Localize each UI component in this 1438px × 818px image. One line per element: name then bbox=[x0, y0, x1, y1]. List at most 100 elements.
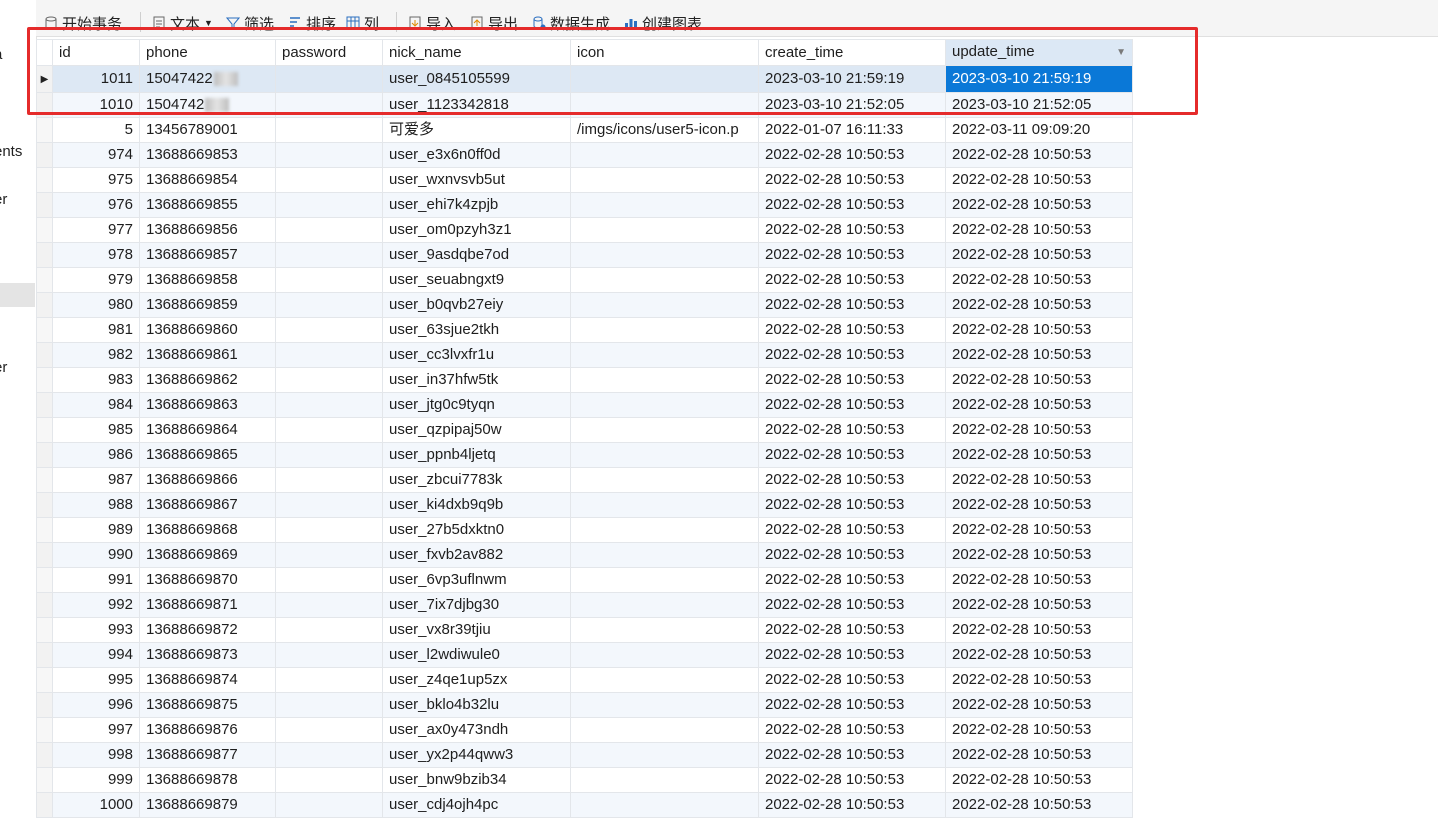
column-header-icon[interactable]: icon bbox=[570, 39, 759, 66]
sidebar-selected-item[interactable] bbox=[0, 283, 35, 307]
table-cell-update-time[interactable]: 2022-02-28 10:50:53 bbox=[945, 542, 1133, 568]
table-cell-update-time[interactable]: 2022-02-28 10:50:53 bbox=[945, 467, 1133, 493]
table-cell-id[interactable]: 983 bbox=[52, 367, 140, 393]
table-cell-icon[interactable] bbox=[570, 692, 759, 718]
table-row[interactable]: 998 13688669877 user_yx2p44qww3 2022-02-28 … bbox=[36, 742, 1133, 768]
table-cell-create-time[interactable]: 2022-02-28 10:50:53 bbox=[758, 492, 946, 518]
table-cell-icon[interactable] bbox=[570, 217, 759, 243]
table-cell-password[interactable] bbox=[275, 667, 383, 693]
table-cell-password[interactable] bbox=[275, 267, 383, 293]
table-cell-update-time[interactable]: 2022-02-28 10:50:53 bbox=[945, 442, 1133, 468]
table-cell-id[interactable]: 992 bbox=[52, 592, 140, 618]
table-cell-icon[interactable] bbox=[570, 492, 759, 518]
table-row[interactable]: ▶ 1011 15047422 user_0845105599 2023-03-10 2… bbox=[36, 65, 1133, 93]
table-cell-password[interactable] bbox=[275, 292, 383, 318]
table-cell-icon[interactable] bbox=[570, 617, 759, 643]
table-cell-id[interactable]: 979 bbox=[52, 267, 140, 293]
row-indicator[interactable] bbox=[36, 267, 53, 293]
table-cell-update-time[interactable]: 2022-02-28 10:50:53 bbox=[945, 517, 1133, 543]
table-row[interactable]: 990 13688669869 user_fxvb2av882 2022-02-28 … bbox=[36, 542, 1133, 568]
table-cell-create-time[interactable]: 2022-02-28 10:50:53 bbox=[758, 292, 946, 318]
row-indicator[interactable] bbox=[36, 742, 53, 768]
table-cell-id[interactable]: 1011 bbox=[52, 65, 140, 93]
table-cell-icon[interactable] bbox=[570, 367, 759, 393]
table-cell-create-time[interactable]: 2022-02-28 10:50:53 bbox=[758, 792, 946, 818]
table-cell-id[interactable]: 989 bbox=[52, 517, 140, 543]
table-cell-password[interactable] bbox=[275, 742, 383, 768]
table-cell-phone[interactable]: 13688669869 bbox=[139, 542, 276, 568]
table-cell-update-time[interactable]: 2022-02-28 10:50:53 bbox=[945, 167, 1133, 193]
table-cell-create-time[interactable]: 2022-02-28 10:50:53 bbox=[758, 442, 946, 468]
table-cell-nick-name[interactable]: user_jtg0c9tyqn bbox=[382, 392, 571, 418]
table-cell-create-time[interactable]: 2022-02-28 10:50:53 bbox=[758, 692, 946, 718]
table-cell-id[interactable]: 987 bbox=[52, 467, 140, 493]
table-cell-nick-name[interactable]: user_ax0y473ndh bbox=[382, 717, 571, 743]
row-indicator[interactable] bbox=[36, 317, 53, 343]
table-cell-nick-name[interactable]: user_ppnb4ljetq bbox=[382, 442, 571, 468]
table-cell-icon[interactable]: /imgs/icons/user5-icon.p bbox=[570, 117, 759, 143]
row-indicator[interactable] bbox=[36, 442, 53, 468]
table-cell-nick-name[interactable]: user_ehi7k4zpjb bbox=[382, 192, 571, 218]
row-indicator[interactable] bbox=[36, 542, 53, 568]
table-cell-phone[interactable]: 13688669874 bbox=[139, 667, 276, 693]
table-cell-password[interactable] bbox=[275, 317, 383, 343]
table-row[interactable]: 991 13688669870 user_6vp3uflnwm 2022-02-28 … bbox=[36, 567, 1133, 593]
table-cell-icon[interactable] bbox=[570, 167, 759, 193]
table-cell-create-time[interactable]: 2022-02-28 10:50:53 bbox=[758, 592, 946, 618]
table-cell-nick-name[interactable]: user_1123342818 bbox=[382, 92, 571, 118]
table-row[interactable]: 981 13688669860 user_63sjue2tkh 2022-02-28 … bbox=[36, 317, 1133, 343]
table-cell-phone[interactable]: 13688669877 bbox=[139, 742, 276, 768]
table-cell-password[interactable] bbox=[275, 567, 383, 593]
table-row[interactable]: 999 13688669878 user_bnw9bzib34 2022-02-28 … bbox=[36, 767, 1133, 793]
table-cell-icon[interactable] bbox=[570, 92, 759, 118]
row-indicator[interactable] bbox=[36, 242, 53, 268]
sort-descending-icon[interactable]: ▼ bbox=[1116, 41, 1126, 65]
table-cell-nick-name[interactable]: user_bnw9bzib34 bbox=[382, 767, 571, 793]
table-cell-create-time[interactable]: 2022-02-28 10:50:53 bbox=[758, 192, 946, 218]
table-cell-update-time[interactable]: 2022-02-28 10:50:53 bbox=[945, 767, 1133, 793]
table-cell-create-time[interactable]: 2022-02-28 10:50:53 bbox=[758, 417, 946, 443]
row-indicator[interactable] bbox=[36, 117, 53, 143]
table-cell-id[interactable]: 993 bbox=[52, 617, 140, 643]
table-cell-nick-name[interactable]: 可爱多 bbox=[382, 117, 571, 143]
table-cell-icon[interactable] bbox=[570, 65, 759, 93]
table-cell-nick-name[interactable]: user_yx2p44qww3 bbox=[382, 742, 571, 768]
table-row[interactable]: 993 13688669872 user_vx8r39tjiu 2022-02-28 … bbox=[36, 617, 1133, 643]
row-indicator[interactable] bbox=[36, 292, 53, 318]
table-cell-phone[interactable]: 13688669865 bbox=[139, 442, 276, 468]
table-cell-password[interactable] bbox=[275, 242, 383, 268]
table-cell-password[interactable] bbox=[275, 467, 383, 493]
table-cell-update-time[interactable]: 2022-03-11 09:09:20 bbox=[945, 117, 1133, 143]
table-row[interactable]: 988 13688669867 user_ki4dxb9q9b 2022-02-28 … bbox=[36, 492, 1133, 518]
table-cell-id[interactable]: 978 bbox=[52, 242, 140, 268]
table-cell-password[interactable] bbox=[275, 367, 383, 393]
table-cell-phone[interactable]: 13688669876 bbox=[139, 717, 276, 743]
table-cell-phone[interactable]: 13688669872 bbox=[139, 617, 276, 643]
table-cell-update-time[interactable]: 2022-02-28 10:50:53 bbox=[945, 142, 1133, 168]
table-cell-create-time[interactable]: 2022-02-28 10:50:53 bbox=[758, 542, 946, 568]
table-cell-create-time[interactable]: 2022-02-28 10:50:53 bbox=[758, 742, 946, 768]
table-cell-password[interactable] bbox=[275, 142, 383, 168]
table-cell-phone[interactable]: 13688669873 bbox=[139, 642, 276, 668]
table-row[interactable]: 977 13688669856 user_om0pzyh3z1 2022-02-28 … bbox=[36, 217, 1133, 243]
row-indicator[interactable] bbox=[36, 192, 53, 218]
row-indicator[interactable]: ▶ bbox=[36, 65, 53, 93]
table-cell-password[interactable] bbox=[275, 167, 383, 193]
table-cell-update-time[interactable]: 2022-02-28 10:50:53 bbox=[945, 292, 1133, 318]
table-cell-id[interactable]: 999 bbox=[52, 767, 140, 793]
table-cell-nick-name[interactable]: user_qzpipaj50w bbox=[382, 417, 571, 443]
table-cell-update-time[interactable]: 2023-03-10 21:59:19 bbox=[945, 65, 1133, 93]
table-cell-password[interactable] bbox=[275, 767, 383, 793]
table-cell-id[interactable]: 986 bbox=[52, 442, 140, 468]
table-cell-id[interactable]: 982 bbox=[52, 342, 140, 368]
create-chart-button[interactable]: 创建图表 bbox=[624, 12, 702, 34]
table-cell-phone[interactable]: 13688669863 bbox=[139, 392, 276, 418]
table-cell-update-time[interactable]: 2022-02-28 10:50:53 bbox=[945, 367, 1133, 393]
table-cell-password[interactable] bbox=[275, 717, 383, 743]
table-cell-create-time[interactable]: 2022-02-28 10:50:53 bbox=[758, 517, 946, 543]
begin-transaction-button[interactable]: 开始事务 bbox=[44, 12, 122, 34]
table-row[interactable]: 982 13688669861 user_cc3lvxfr1u 2022-02-28 … bbox=[36, 342, 1133, 368]
row-indicator[interactable] bbox=[36, 342, 53, 368]
table-cell-icon[interactable] bbox=[570, 542, 759, 568]
table-cell-phone[interactable]: 13688669860 bbox=[139, 317, 276, 343]
